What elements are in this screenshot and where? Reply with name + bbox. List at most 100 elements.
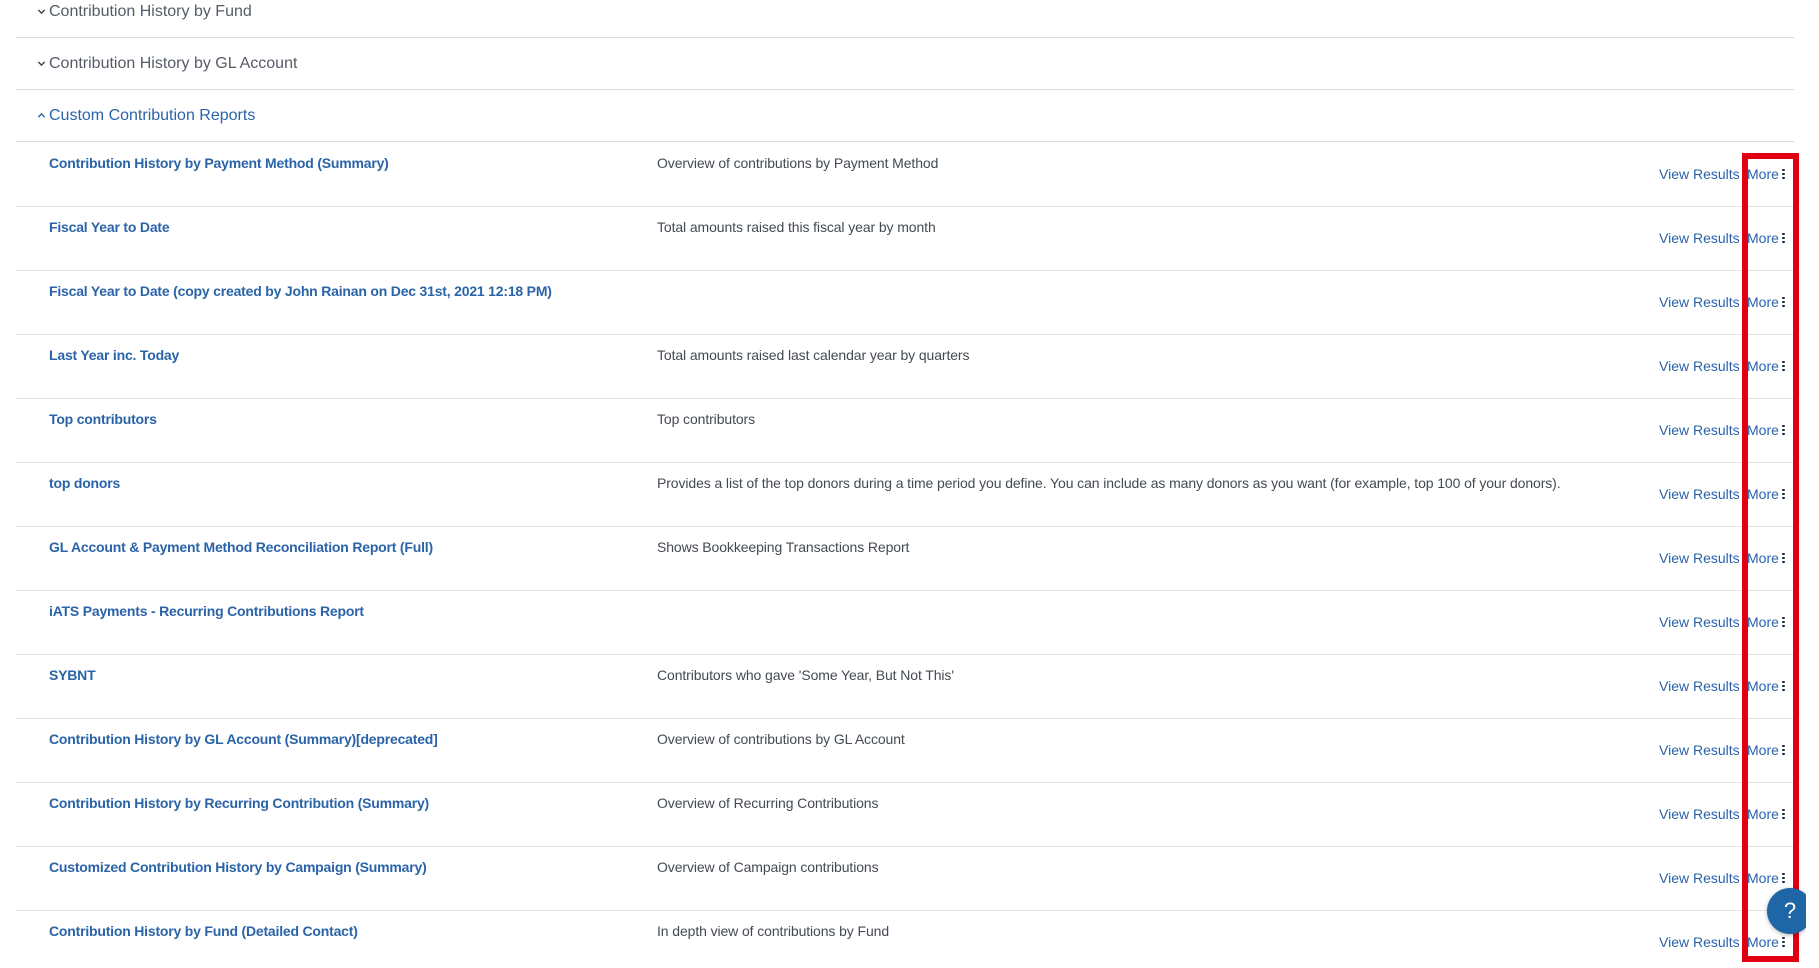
chevron-up-icon bbox=[36, 111, 46, 121]
view-results-link[interactable]: View Results bbox=[1659, 294, 1740, 310]
more-menu-button[interactable]: More bbox=[1747, 358, 1785, 374]
help-icon: ? bbox=[1783, 898, 1797, 923]
report-name-link[interactable]: Fiscal Year to Date bbox=[49, 219, 170, 235]
view-results-link[interactable]: View Results bbox=[1659, 678, 1740, 694]
more-label: More bbox=[1747, 550, 1779, 566]
more-menu-button[interactable]: More bbox=[1747, 806, 1785, 822]
kebab-menu-icon bbox=[1781, 873, 1785, 883]
report-name-link[interactable]: GL Account & Payment Method Reconciliati… bbox=[49, 539, 433, 555]
report-row: iATS Payments - Recurring Contributions … bbox=[16, 591, 1794, 655]
view-results-link[interactable]: View Results bbox=[1659, 870, 1740, 886]
more-menu-button[interactable]: More bbox=[1747, 230, 1785, 246]
kebab-menu-icon bbox=[1781, 553, 1785, 563]
more-menu-button[interactable]: More bbox=[1747, 294, 1785, 310]
report-description: Top contributors bbox=[657, 411, 756, 427]
more-label: More bbox=[1747, 486, 1779, 502]
report-description: In depth view of contributions by Fund bbox=[657, 923, 890, 939]
more-label: More bbox=[1747, 166, 1779, 182]
kebab-menu-icon bbox=[1781, 617, 1785, 627]
kebab-menu-icon bbox=[1781, 937, 1785, 947]
report-description: Contributors who gave 'Some Year, But No… bbox=[657, 667, 954, 683]
report-row: Fiscal Year to Date Total amounts raised… bbox=[16, 207, 1794, 271]
report-name-link[interactable]: top donors bbox=[49, 475, 120, 491]
report-description: Shows Bookkeeping Transactions Report bbox=[657, 539, 910, 555]
report-name-link[interactable]: Contribution History by Fund (Detailed C… bbox=[49, 923, 358, 939]
accordion-header-gl-account[interactable]: Contribution History by GL Account bbox=[16, 38, 1794, 90]
more-menu-button[interactable]: More bbox=[1747, 550, 1785, 566]
view-results-link[interactable]: View Results bbox=[1659, 742, 1740, 758]
report-row: Contribution History by GL Account (Summ… bbox=[16, 719, 1794, 783]
report-description: Total amounts raised this fiscal year by… bbox=[657, 219, 936, 235]
scrollbar[interactable] bbox=[1806, 0, 1819, 968]
view-results-link[interactable]: View Results bbox=[1659, 166, 1740, 182]
view-results-link[interactable]: View Results bbox=[1659, 614, 1740, 630]
report-name-link[interactable]: Contribution History by Recurring Contri… bbox=[49, 795, 429, 811]
kebab-menu-icon bbox=[1781, 745, 1785, 755]
accordion-title: Custom Contribution Reports bbox=[49, 106, 256, 124]
view-results-link[interactable]: View Results bbox=[1659, 422, 1740, 438]
more-label: More bbox=[1747, 614, 1779, 630]
more-menu-button[interactable]: More bbox=[1747, 742, 1785, 758]
more-label: More bbox=[1747, 806, 1779, 822]
report-name-link[interactable]: Contribution History by Payment Method (… bbox=[49, 155, 389, 171]
report-row: top donors Provides a list of the top do… bbox=[16, 463, 1794, 527]
more-menu-button[interactable]: More bbox=[1747, 678, 1785, 694]
report-name-link[interactable]: Top contributors bbox=[49, 411, 157, 427]
report-description: Overview of contributions by Payment Met… bbox=[657, 155, 939, 171]
more-menu-button[interactable]: More bbox=[1747, 614, 1785, 630]
report-name-link[interactable]: SYBNT bbox=[49, 667, 96, 683]
more-menu-button[interactable]: More bbox=[1747, 486, 1785, 502]
kebab-menu-icon bbox=[1781, 233, 1785, 243]
kebab-menu-icon bbox=[1781, 489, 1785, 499]
view-results-link[interactable]: View Results bbox=[1659, 486, 1740, 502]
view-results-link[interactable]: View Results bbox=[1659, 358, 1740, 374]
view-results-link[interactable]: View Results bbox=[1659, 550, 1740, 566]
more-label: More bbox=[1747, 870, 1779, 886]
report-description: Provides a list of the top donors during… bbox=[657, 475, 1561, 491]
report-row: Fiscal Year to Date (copy created by Joh… bbox=[16, 271, 1794, 335]
report-name-link[interactable]: iATS Payments - Recurring Contributions … bbox=[49, 603, 364, 619]
report-description: Overview of contributions by GL Account bbox=[657, 731, 905, 747]
report-description: Total amounts raised last calendar year … bbox=[657, 347, 970, 363]
report-row: SYBNT Contributors who gave 'Some Year, … bbox=[16, 655, 1794, 719]
kebab-menu-icon bbox=[1781, 681, 1785, 691]
report-description: Overview of Recurring Contributions bbox=[657, 795, 879, 811]
accordion-header-fund[interactable]: Contribution History by Fund bbox=[16, 0, 1794, 38]
report-row: Contribution History by Recurring Contri… bbox=[16, 783, 1794, 847]
report-row: Contribution History by Fund (Detailed C… bbox=[16, 911, 1794, 968]
report-name-link[interactable]: Contribution History by GL Account (Summ… bbox=[49, 731, 438, 747]
view-results-link[interactable]: View Results bbox=[1659, 934, 1740, 950]
chevron-down-icon bbox=[36, 7, 46, 17]
view-results-link[interactable]: View Results bbox=[1659, 230, 1740, 246]
report-row: Customized Contribution History by Campa… bbox=[16, 847, 1794, 911]
kebab-menu-icon bbox=[1781, 169, 1785, 179]
report-row: Contribution History by Payment Method (… bbox=[16, 143, 1794, 207]
accordion-title: Contribution History by GL Account bbox=[49, 54, 298, 72]
kebab-menu-icon bbox=[1781, 809, 1785, 819]
more-menu-button[interactable]: More bbox=[1747, 870, 1785, 886]
more-label: More bbox=[1747, 422, 1779, 438]
more-label: More bbox=[1747, 294, 1779, 310]
more-menu-button[interactable]: More bbox=[1747, 166, 1785, 182]
kebab-menu-icon bbox=[1781, 425, 1785, 435]
report-name-link[interactable]: Last Year inc. Today bbox=[49, 347, 179, 363]
more-menu-button[interactable]: More bbox=[1747, 934, 1785, 950]
report-row: Top contributors Top contributors View R… bbox=[16, 399, 1794, 463]
chevron-down-icon bbox=[36, 59, 46, 69]
more-label: More bbox=[1747, 742, 1779, 758]
more-label: More bbox=[1747, 934, 1779, 950]
more-label: More bbox=[1747, 678, 1779, 694]
report-row: GL Account & Payment Method Reconciliati… bbox=[16, 527, 1794, 591]
report-description: Overview of Campaign contributions bbox=[657, 859, 879, 875]
custom-reports-page: Contribution History by Fund Contributio… bbox=[0, 0, 1819, 968]
kebab-menu-icon bbox=[1781, 297, 1785, 307]
report-row: Last Year inc. Today Total amounts raise… bbox=[16, 335, 1794, 399]
more-menu-button[interactable]: More bbox=[1747, 422, 1785, 438]
view-results-link[interactable]: View Results bbox=[1659, 806, 1740, 822]
accordion-title: Contribution History by Fund bbox=[49, 2, 252, 20]
report-name-link[interactable]: Customized Contribution History by Campa… bbox=[49, 859, 427, 875]
report-name-link[interactable]: Fiscal Year to Date (copy created by Joh… bbox=[49, 283, 552, 299]
kebab-menu-icon bbox=[1781, 361, 1785, 371]
accordion-header-custom-reports[interactable]: Custom Contribution Reports bbox=[16, 90, 1794, 142]
more-label: More bbox=[1747, 230, 1779, 246]
